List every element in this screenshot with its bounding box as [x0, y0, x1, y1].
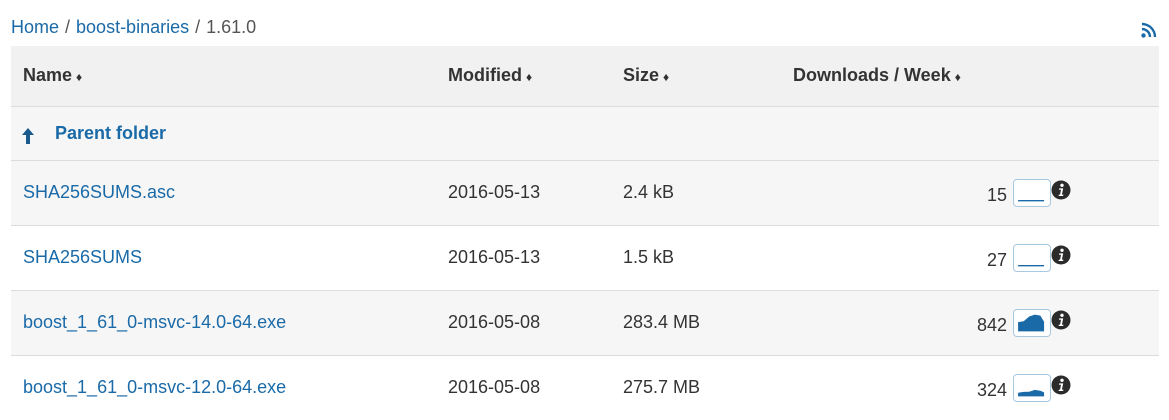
downloads-sparkline[interactable] — [1013, 373, 1051, 402]
modified-cell: 2016-05-13 — [448, 247, 541, 267]
file-browser: Home / boost-binaries / 1.61.0 Name ♦ Mod… — [0, 0, 1169, 420]
info-circle-icon[interactable] — [1051, 180, 1071, 200]
info-circle-icon[interactable] — [1051, 375, 1071, 395]
rss-icon[interactable] — [1141, 22, 1157, 38]
modified-cell: 2016-05-08 — [448, 312, 541, 332]
info-circle-icon[interactable] — [1051, 310, 1071, 330]
downloads-sparkline[interactable] — [1013, 243, 1051, 272]
sparkline-area — [1018, 264, 1045, 266]
downloads-cell: 15 — [793, 160, 1051, 225]
modified-cell: 2016-05-13 — [448, 182, 541, 202]
downloads-cell: 324 — [793, 355, 1051, 420]
file-name-cell: SHA256SUMS — [11, 225, 448, 290]
file-link[interactable]: boost_1_61_0-msvc-14.0-64.exe — [23, 312, 286, 332]
column-header-label: Modified — [448, 65, 522, 86]
size-cell: 2.4 kB — [623, 182, 675, 202]
info-cell — [1051, 225, 1159, 290]
breadcrumb-separator: / — [65, 16, 71, 37]
info-cell — [1051, 290, 1159, 355]
sort-icon: ♦ — [663, 70, 670, 85]
downloads-sparkline[interactable] — [1013, 178, 1051, 207]
breadcrumb-boost-binaries[interactable]: boost-binaries — [76, 17, 189, 38]
breadcrumb: Home / boost-binaries / 1.61.0 — [11, 14, 256, 40]
sparkline-area — [1018, 199, 1045, 201]
column-header-info — [1051, 46, 1159, 106]
downloads-cell: 842 — [793, 290, 1051, 355]
column-header-name[interactable]: Name ♦ — [11, 46, 448, 106]
info-cell — [1051, 355, 1159, 420]
file-name-cell: SHA256SUMS.asc — [11, 160, 448, 225]
parent-folder-link[interactable]: Parent folder — [55, 123, 166, 144]
column-header-downloads[interactable]: Downloads / Week ♦ — [793, 46, 1051, 106]
file-name-cell: boost_1_61_0-msvc-12.0-64.exe — [11, 355, 448, 420]
breadcrumb-current: 1.61.0 — [206, 16, 257, 37]
sort-icon: ♦ — [526, 70, 533, 85]
column-header-label: Downloads / Week — [793, 65, 951, 86]
info-circle-icon[interactable] — [1051, 245, 1071, 265]
sort-icon: ♦ — [954, 70, 961, 85]
modified-cell: 2016-05-08 — [448, 377, 541, 398]
downloads-count: 27 — [986, 250, 1007, 270]
table-row: boost_1_61_0-msvc-14.0-64.exe 2016-05-08 2… — [11, 290, 1159, 355]
column-header-size[interactable]: Size ♦ — [623, 46, 793, 106]
downloads-sparkline[interactable] — [1013, 308, 1051, 337]
downloads-count: 15 — [986, 185, 1007, 205]
file-link[interactable]: SHA256SUMS.asc — [23, 182, 175, 202]
table-row: SHA256SUMS.asc 2016-05-13 2.4 kB 15 — [11, 160, 1159, 225]
sparkline-area — [1018, 389, 1045, 397]
column-header-label: Size — [623, 65, 660, 86]
column-header-label: Name — [23, 65, 73, 86]
table-header-row: Name ♦ Modified ♦ Size ♦ Downloads / Week ♦ — [11, 46, 1159, 106]
size-cell: 283.4 MB — [623, 312, 701, 332]
sort-icon: ♦ — [76, 70, 83, 85]
size-cell: 275.7 MB — [623, 377, 701, 398]
sparkline-area — [1018, 314, 1045, 331]
info-cell — [1051, 160, 1159, 225]
table-row: SHA256SUMS 2016-05-13 1.5 kB 27 — [11, 225, 1159, 290]
arrow-up-icon — [22, 128, 34, 144]
breadcrumb-home[interactable]: Home — [11, 17, 59, 38]
files-table: Name ♦ Modified ♦ Size ♦ Downloads / Week ♦ — [11, 46, 1159, 420]
column-header-modified[interactable]: Modified ♦ — [448, 46, 623, 106]
file-link[interactable]: SHA256SUMS — [23, 247, 142, 267]
table-row: boost_1_61_0-msvc-12.0-64.exe 2016-05-08 2… — [11, 355, 1159, 420]
downloads-count: 324 — [976, 380, 1007, 401]
size-cell: 1.5 kB — [623, 247, 675, 267]
parent-folder-row[interactable]: Parent folder — [11, 106, 1159, 160]
downloads-count: 842 — [976, 315, 1007, 335]
downloads-cell: 27 — [793, 225, 1051, 290]
breadcrumb-separator: / — [195, 16, 201, 37]
file-name-cell: boost_1_61_0-msvc-14.0-64.exe — [11, 290, 448, 355]
file-link[interactable]: boost_1_61_0-msvc-12.0-64.exe — [23, 377, 286, 397]
